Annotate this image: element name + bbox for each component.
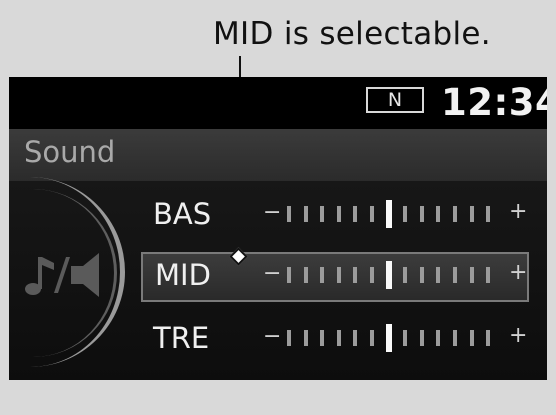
treble-tick [303,330,308,346]
mid-tick [320,267,325,283]
mid-tick [419,267,424,283]
treble-tick [403,330,408,346]
treble-row[interactable]: TRE − + [141,315,529,365]
treble-slider[interactable]: − + [263,323,527,353]
mid-tick [436,267,441,283]
mid-tick [353,267,358,283]
audio-screen: N 12:34 Sound BAS − + MID − + TRE [9,77,547,380]
note-speaker-icon [25,253,99,297]
status-bar: N 12:34 [9,77,547,129]
treble-plus-icon[interactable]: + [509,325,527,347]
bass-tick [287,206,291,222]
mid-tick [469,267,474,283]
bass-tick [469,206,474,222]
mid-slider[interactable]: − + [263,260,527,290]
treble-tick [353,330,358,346]
treble-tick [419,330,424,346]
mid-tick [303,267,308,283]
treble-level-indicator [385,324,392,352]
treble-minus-icon[interactable]: − [263,326,281,348]
mid-level-indicator [385,261,392,289]
bass-label: BAS [153,197,212,231]
bass-tick [436,206,441,222]
bass-tick [303,206,308,222]
page-title: Sound [24,135,116,169]
bass-level-indicator [385,200,392,228]
mid-row[interactable]: MID − + [141,252,529,302]
mid-tick [336,267,341,283]
callout-label: MID is selectable. [213,16,491,52]
bass-tick [453,206,457,222]
bass-tick [370,206,374,222]
bass-minus-icon[interactable]: − [263,202,281,224]
clock: 12:34 [441,81,547,124]
treble-label: TRE [153,321,210,355]
bass-tick [320,206,325,222]
mid-tick [287,267,291,283]
mid-tick [370,267,374,283]
mid-tick [453,267,457,283]
treble-tick [320,330,325,346]
bass-row[interactable]: BAS − + [141,191,529,241]
bass-tick [403,206,408,222]
mid-plus-icon[interactable]: + [509,262,527,284]
treble-tick [336,330,341,346]
bass-tick [486,206,491,222]
bass-slider[interactable]: − + [263,199,527,229]
gear-indicator: N [366,87,424,113]
mid-minus-icon[interactable]: − [263,263,281,285]
treble-tick [436,330,441,346]
mid-label: MID [155,258,211,292]
bass-tick [353,206,358,222]
treble-tick [370,330,374,346]
mid-tick [486,267,491,283]
bass-tick [336,206,341,222]
treble-tick [453,330,457,346]
treble-tick [486,330,491,346]
treble-tick [469,330,474,346]
mid-tick [403,267,408,283]
bass-plus-icon[interactable]: + [509,201,527,223]
bass-tick [419,206,424,222]
treble-tick [287,330,291,346]
